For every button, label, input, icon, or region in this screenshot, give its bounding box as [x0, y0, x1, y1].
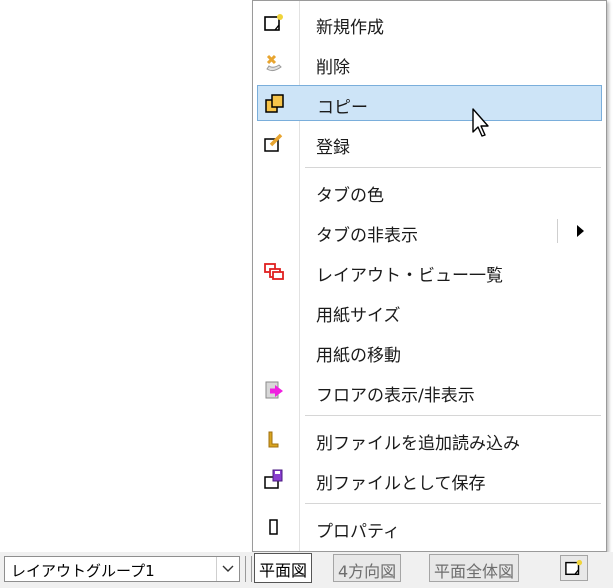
menu-item-save-as[interactable]: 別ファイルとして保存	[257, 461, 602, 497]
mouse-cursor-icon	[472, 108, 496, 142]
menu-item-label: コピー	[317, 98, 368, 118]
layout-group-value: レイアウトグループ1	[11, 562, 155, 580]
floor-toggle-icon	[263, 381, 285, 401]
tab-four-direction-view[interactable]: 4方向図	[333, 554, 402, 582]
menu-item-label: 削除	[316, 58, 350, 78]
menu-item-label: 別ファイルとして保存	[316, 474, 486, 494]
chevron-down-icon	[222, 565, 234, 572]
menu-separator	[305, 167, 601, 168]
submenu-arrow-icon	[577, 225, 584, 237]
tab-context-menu: 新規作成 削除 コピー 登録 タブの色 タブの非表示 レイアウト・ビュー一覧 用…	[252, 0, 607, 552]
new-sheet-icon	[565, 559, 583, 576]
menu-item-paper-size[interactable]: 用紙サイズ	[257, 293, 602, 329]
menu-item-delete[interactable]: 削除	[257, 45, 602, 81]
menu-item-label: レイアウト・ビュー一覧	[316, 266, 503, 286]
layout-view-list-icon	[263, 261, 285, 281]
menu-item-load-file[interactable]: 別ファイルを追加読み込み	[257, 421, 602, 457]
menu-item-copy[interactable]: コピー	[257, 85, 602, 121]
folder-icon	[263, 429, 285, 449]
delete-icon	[263, 53, 285, 73]
copy-icon	[264, 94, 286, 114]
register-icon	[263, 133, 285, 153]
tab-bar-grip[interactable]	[245, 556, 252, 582]
layout-group-dropdown-button[interactable]	[216, 557, 239, 581]
save-icon	[263, 469, 285, 489]
menu-item-move-paper[interactable]: 用紙の移動	[257, 333, 602, 369]
menu-item-label: プロパティ	[316, 522, 400, 542]
menu-item-label: タブの色	[316, 186, 384, 206]
menu-item-label: 新規作成	[316, 18, 384, 38]
menu-item-properties[interactable]: プロパティ	[257, 509, 602, 545]
menu-item-tab-color[interactable]: タブの色	[257, 173, 602, 209]
menu-item-layout-view-list[interactable]: レイアウト・ビュー一覧	[257, 253, 602, 289]
layout-group-select[interactable]: レイアウトグループ1	[4, 556, 240, 582]
menu-item-label: 用紙の移動	[316, 346, 401, 366]
menu-item-new[interactable]: 新規作成	[257, 5, 602, 41]
tab-plan-view[interactable]: 平面図	[254, 553, 313, 583]
new-sheet-icon	[263, 13, 285, 33]
layout-tab-bar: レイアウトグループ1 平面図 4方向図 平面全体図	[0, 552, 613, 588]
submenu-separator	[557, 219, 558, 243]
menu-separator	[305, 415, 601, 416]
properties-icon	[263, 517, 285, 537]
menu-item-label: 用紙サイズ	[316, 306, 401, 326]
menu-item-label: 登録	[316, 138, 350, 158]
menu-item-hide-tab[interactable]: タブの非表示	[257, 213, 602, 249]
tab-whole-plan-view[interactable]: 平面全体図	[429, 554, 520, 582]
menu-item-label: 別ファイルを追加読み込み	[316, 434, 520, 454]
add-tab-button[interactable]	[560, 555, 588, 581]
menu-item-register[interactable]: 登録	[257, 125, 602, 161]
menu-item-label: タブの非表示	[316, 226, 418, 246]
menu-item-floor-toggle[interactable]: フロアの表示/非表示	[257, 373, 602, 409]
menu-separator	[305, 503, 601, 504]
menu-item-label: フロアの表示/非表示	[316, 386, 475, 406]
